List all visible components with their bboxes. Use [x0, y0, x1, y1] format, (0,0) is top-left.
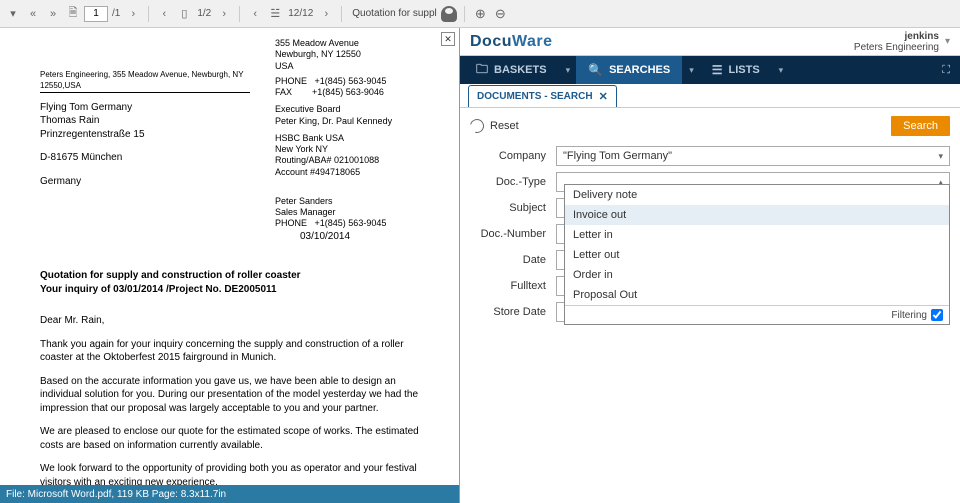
reset-icon — [467, 116, 486, 135]
user-stamp-icon[interactable] — [440, 5, 458, 23]
dropdown-option[interactable]: Order in — [565, 265, 949, 285]
doc-date: 03/10/2014 — [300, 230, 435, 244]
next-doc-icon[interactable]: » — [44, 5, 62, 23]
chevron-down-icon: ▾ — [945, 36, 950, 47]
basket-icon: 🗀 — [476, 60, 488, 81]
nav-lists[interactable]: ☰ LISTS — [700, 56, 773, 84]
zoom-out-icon[interactable]: ⊖ — [491, 5, 509, 23]
dropdown-filtering[interactable]: Filtering — [565, 305, 949, 324]
layout-icon: ▯ — [175, 5, 193, 23]
chevron-down-icon[interactable]: ▾ — [560, 65, 577, 76]
doc-letterhead-right: 355 Meadow Avenue Newburgh, NY 12550 USA… — [275, 38, 435, 230]
input-company[interactable]: "Flying Tom Germany" ▾ — [556, 146, 950, 166]
label-subject: Subject — [470, 202, 556, 214]
label-storedate: Store Date — [470, 306, 556, 318]
viewer-status-bar: File: Microsoft Word.pdf, 119 KB Page: 8… — [0, 485, 459, 503]
doc-body: Dear Mr. Rain, Thank you again for your … — [40, 314, 435, 485]
tab-documents-search[interactable]: DOCUMENTS - SEARCH ✕ — [468, 85, 617, 107]
dropdown-option[interactable]: Invoice out — [565, 205, 949, 225]
document-content: 355 Meadow Avenue Newburgh, NY 12550 USA… — [0, 28, 459, 485]
chevron-down-icon[interactable]: ▾ — [773, 65, 790, 76]
prev-doc-icon[interactable]: « — [24, 5, 42, 23]
layers-icon: ☱ — [266, 5, 284, 23]
search-panel: Reset Search Company "Flying Tom Germany… — [460, 108, 960, 332]
zoom-mode: 1/2 — [195, 8, 213, 19]
label-doctype: Doc.-Type — [470, 176, 556, 188]
next-layer-icon[interactable]: › — [317, 5, 335, 23]
layer-count: 12/12 — [286, 8, 315, 19]
label-date: Date — [470, 254, 556, 266]
search-button[interactable]: Search — [891, 116, 950, 136]
label-docnumber: Doc.-Number — [470, 228, 556, 240]
nav-baskets[interactable]: 🗀 BASKETS — [464, 56, 560, 84]
user-menu[interactable]: jenkins Peters Engineering ▾ — [854, 31, 950, 53]
label-fulltext: Fulltext — [470, 280, 556, 292]
dropdown-option[interactable]: Proposal Out — [565, 285, 949, 305]
page-number-input[interactable] — [84, 6, 108, 22]
tab-row: DOCUMENTS - SEARCH ✕ — [460, 84, 960, 108]
list-icon: ☰ — [712, 63, 723, 77]
prev-zoom-icon[interactable]: ‹ — [155, 5, 173, 23]
page-icon: 🗎 — [64, 5, 82, 23]
dropdown-option[interactable]: Letter in — [565, 225, 949, 245]
chevron-down-icon[interactable]: ▾ — [683, 65, 700, 76]
page-total: /1 — [110, 8, 122, 19]
document-viewer-pane: ✕ 355 Meadow Avenue Newburgh, NY 12550 U… — [0, 28, 460, 503]
right-pane: DocuWare jenkins Peters Engineering ▾ 🗀 … — [460, 28, 960, 503]
user-name: jenkins — [854, 31, 939, 42]
zoom-in-icon[interactable]: ⊕ — [471, 5, 489, 23]
filtering-checkbox[interactable] — [931, 309, 943, 321]
fullscreen-icon[interactable]: ⛶ — [932, 64, 960, 77]
next-page-icon[interactable]: › — [124, 5, 142, 23]
dropdown-icon[interactable]: ▾ — [4, 5, 22, 23]
reset-button[interactable]: Reset — [470, 119, 519, 133]
chevron-down-icon: ▾ — [938, 151, 943, 162]
next-zoom-icon[interactable]: › — [215, 5, 233, 23]
viewer-toolbar: ▾ « » 🗎 /1 › ‹ ▯ 1/2 › ‹ ☱ 12/12 › Quota… — [0, 0, 960, 28]
doctype-dropdown: Delivery note Invoice out Letter in Lett… — [564, 184, 950, 325]
brand-logo: DocuWare — [470, 33, 553, 51]
user-org: Peters Engineering — [854, 42, 939, 53]
nav-bar: 🗀 BASKETS ▾ 🔍 SEARCHES ▾ ☰ LISTS ▾ ⛶ — [460, 56, 960, 84]
search-icon: 🔍 — [588, 63, 603, 77]
close-tab-icon[interactable]: ✕ — [599, 90, 608, 103]
brand-bar: DocuWare jenkins Peters Engineering ▾ — [460, 28, 960, 56]
dropdown-option[interactable]: Delivery note — [565, 185, 949, 205]
doc-subject: Quotation for supply and construction of… — [40, 269, 435, 296]
doc-title-preview: Quotation for suppl — [348, 8, 438, 19]
doc-sender-line: Peters Engineering, 355 Meadow Avenue, N… — [40, 70, 250, 93]
close-viewer-button[interactable]: ✕ — [441, 32, 455, 46]
dropdown-option[interactable]: Letter out — [565, 245, 949, 265]
label-company: Company — [470, 150, 556, 162]
nav-searches[interactable]: 🔍 SEARCHES — [576, 56, 683, 84]
prev-layer-icon[interactable]: ‹ — [246, 5, 264, 23]
